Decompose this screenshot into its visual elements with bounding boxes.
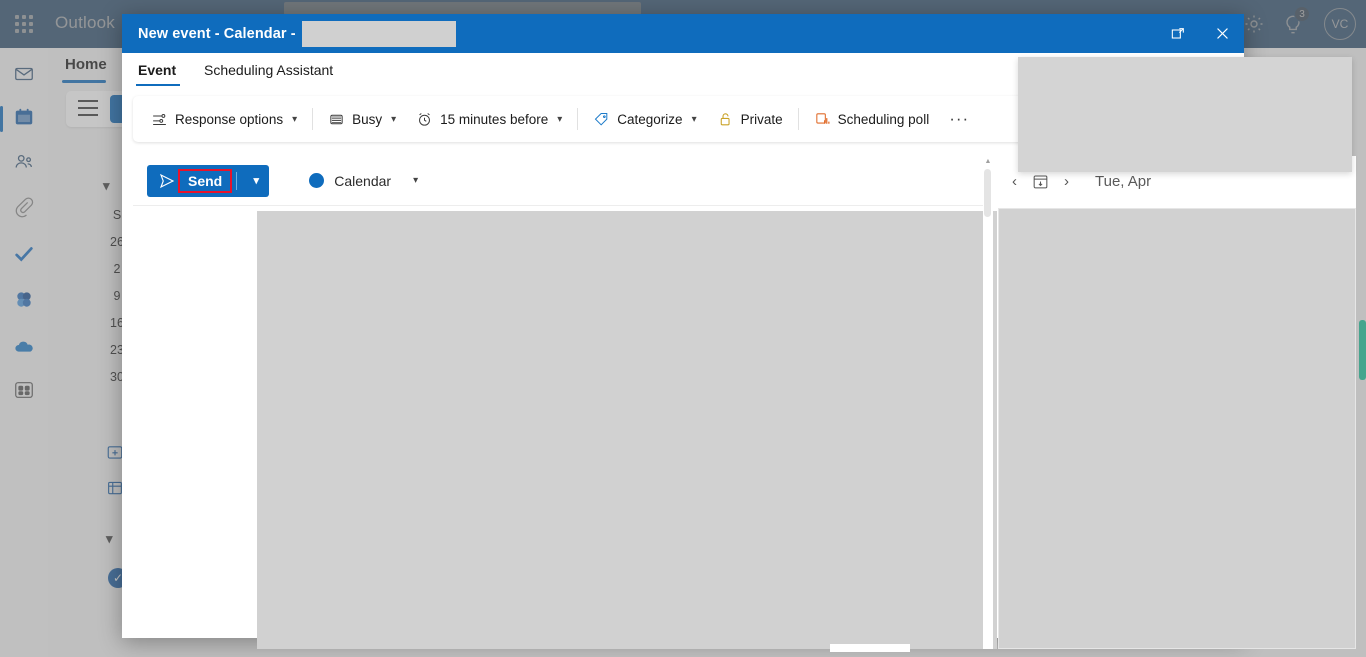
reminder-clock-icon [416,111,433,128]
busy-status-button[interactable]: Busy ▾ [318,104,406,134]
calendar-color-dot [309,173,325,188]
screen-root: Outlook 3 VC Home ▾ S 26 2 9 16 23 30 ▾ … [0,0,1366,657]
scheduling-poll-icon [814,111,831,128]
dialog-right-panel: ‹ › Tue, Apr [998,156,1356,649]
response-options-label: Response options [175,111,284,127]
dialog-bottom-notch [830,644,910,652]
window-controls [1156,14,1244,53]
event-form-redaction [257,211,997,649]
apps-grid-icon[interactable] [10,376,38,404]
tab-scheduling-assistant[interactable]: Scheduling Assistant [204,62,333,78]
chevron-down-icon: ▾ [557,113,563,125]
busy-status-label: Busy [352,111,383,127]
chevron-left-icon[interactable]: ‹ [1012,173,1017,190]
more-options-icon[interactable]: ··· [939,104,979,134]
dialog-send-bar: Send ▾ Calendar ▾ [133,156,991,206]
chevron-down-icon[interactable]: ▾ [103,178,110,194]
chevron-down-icon: ▾ [691,113,697,125]
calendar-icon[interactable] [10,103,38,131]
menu-icon[interactable] [78,100,98,118]
chevron-down-icon: ▾ [413,175,419,186]
people-icon[interactable] [10,148,38,176]
toolbar-separator [577,108,579,130]
send-arrow-icon [157,171,176,190]
private-button[interactable]: Private [707,104,793,134]
dialog-title-bar: New event - Calendar - [122,14,1244,53]
scheduling-poll-label: Scheduling poll [837,111,930,127]
cloud-icon[interactable] [10,333,38,361]
dialog-title: New event - Calendar - [138,25,296,42]
tab-home-underline [62,80,106,83]
response-options-icon [151,111,168,128]
calendar-selector-label: Calendar [334,172,392,189]
groups-icon[interactable] [10,286,38,314]
send-divider [236,171,238,190]
scroll-up-arrow-icon[interactable]: ▲ [984,158,992,165]
dialog-scroll-track[interactable] [983,157,993,649]
reminder-label: 15 minutes before [440,111,549,127]
top-right-redaction [1018,57,1352,172]
response-options-button[interactable]: Response options ▾ [141,104,307,134]
free-busy-indicator [1359,320,1366,380]
right-panel-redaction [998,208,1356,649]
calendar-selector[interactable]: Calendar ▾ [309,173,418,189]
toolbar-separator [312,108,314,130]
chevron-right-icon[interactable]: › [1064,173,1069,190]
date-picker-icon[interactable] [1031,172,1050,191]
left-rail [0,48,48,657]
current-date-label: Tue, Apr [1095,172,1152,190]
send-button-label: Send [188,172,223,189]
toolbar-separator [797,108,799,130]
chevron-down-icon: ▾ [391,113,397,125]
mail-envelope-icon[interactable] [10,60,38,88]
busy-status-icon [328,111,345,128]
dialog-scroll-thumb[interactable] [984,169,991,217]
tab-event-underline [136,84,180,86]
categorize-button[interactable]: Categorize ▾ [583,104,706,134]
chevron-down-icon: ▾ [106,531,113,546]
private-lock-icon [717,111,734,128]
pop-out-icon[interactable] [1156,14,1200,53]
reminder-button[interactable]: 15 minutes before ▾ [406,104,572,134]
private-label: Private [740,111,783,127]
send-button[interactable]: Send ▾ [147,164,270,197]
scheduling-poll-button[interactable]: Scheduling poll [804,104,940,134]
dialog-title-redaction [301,20,456,47]
checkmark-icon[interactable] [10,240,38,268]
close-icon[interactable] [1200,14,1244,53]
chevron-down-icon: ▾ [292,113,298,125]
categorize-label: Categorize [617,111,683,127]
tab-home[interactable]: Home [65,56,107,73]
chevron-down-icon[interactable]: ▾ [245,174,267,187]
paperclip-icon[interactable] [10,193,38,221]
category-tag-icon [593,111,610,128]
tab-event[interactable]: Event [138,62,176,78]
